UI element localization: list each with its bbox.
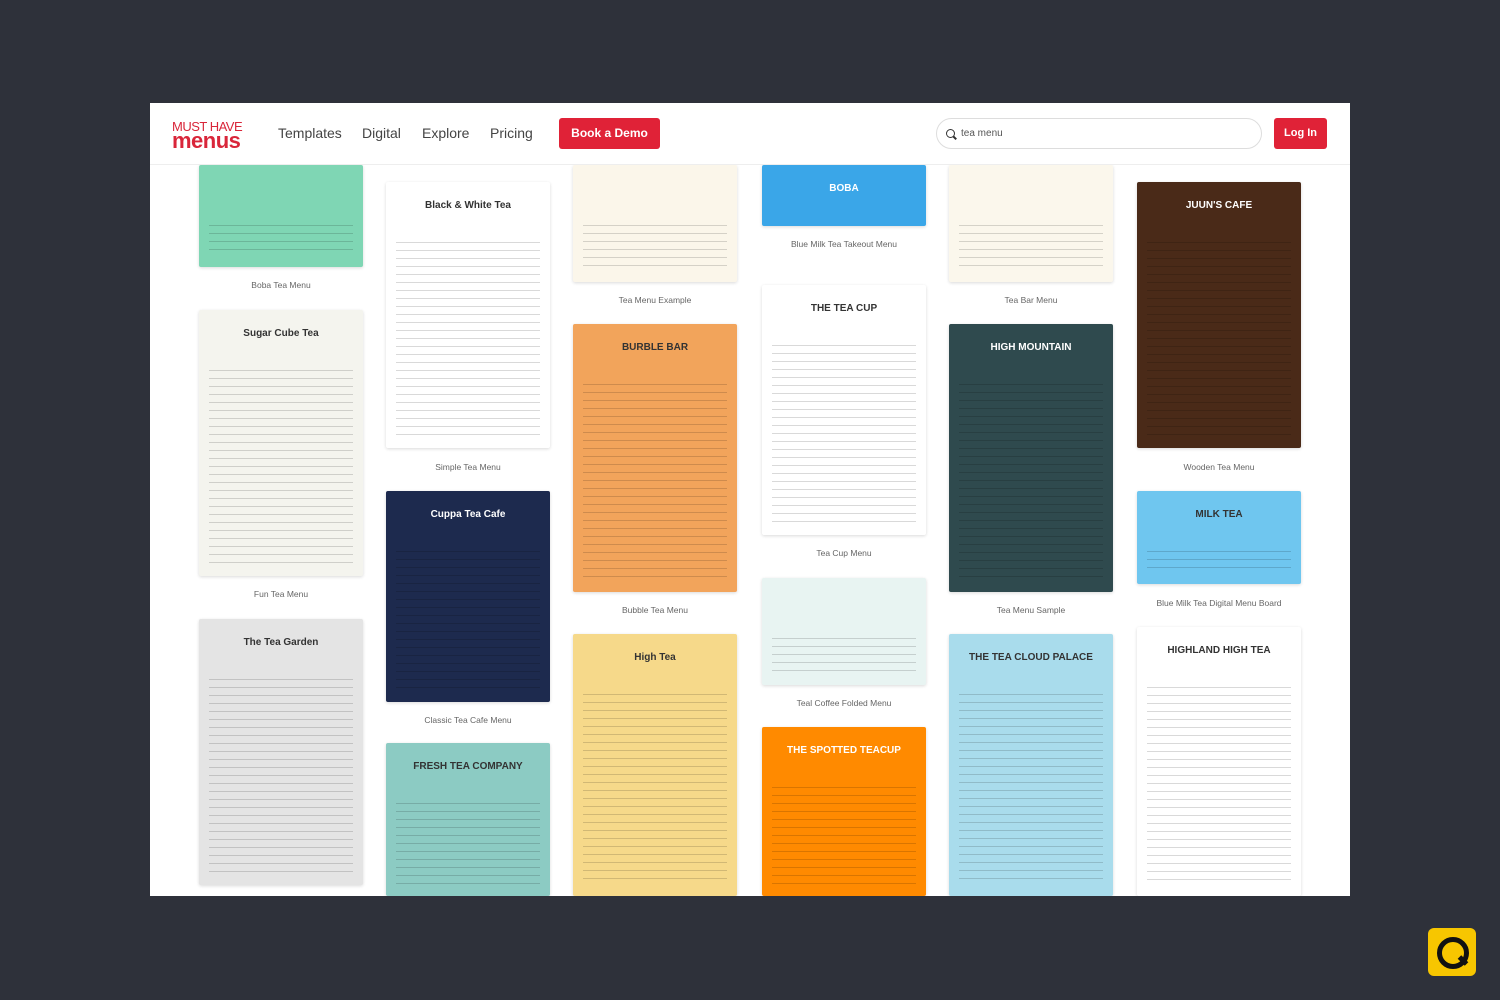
search-value: tea menu [961, 128, 1003, 139]
menu-lines [1147, 687, 1291, 886]
template-card[interactable] [762, 578, 926, 685]
menu-lines [772, 638, 916, 675]
search-icon [946, 129, 955, 138]
template-card[interactable]: MILK TEA [1137, 491, 1301, 584]
template-card[interactable] [199, 165, 363, 267]
logo-bottom: menus [172, 128, 241, 153]
menu-lines [209, 679, 353, 875]
template-card[interactable]: HIGHLAND HIGH TEA [1137, 627, 1301, 896]
nav-explore[interactable]: Explore [422, 125, 469, 141]
menu-lines [209, 370, 353, 566]
logo[interactable]: MUST HAVE menus [172, 120, 243, 153]
template-thumb-title: MILK TEA [1195, 509, 1243, 520]
menu-lines [1147, 242, 1291, 438]
template-caption[interactable]: Blue Milk Tea Takeout Menu [762, 239, 926, 249]
template-caption[interactable]: Tea Menu Example [573, 295, 737, 305]
template-thumb-title: FRESH TEA COMPANY [413, 761, 523, 772]
nav-templates[interactable]: Templates [278, 125, 342, 141]
login-button[interactable]: Log In [1274, 118, 1327, 149]
menu-lines [959, 694, 1103, 886]
menu-lines [959, 384, 1103, 582]
template-card[interactable]: BOBA [762, 165, 926, 226]
template-card[interactable]: FRESH TEA COMPANY [386, 743, 550, 896]
menu-lines [772, 787, 916, 886]
menu-lines [583, 694, 727, 886]
header: MUST HAVE menus Templates Digital Explore… [150, 103, 1350, 165]
template-thumb-title: JUUN'S CAFE [1185, 200, 1253, 211]
template-card[interactable]: High Tea [573, 634, 737, 896]
template-caption[interactable]: Fun Tea Menu [199, 589, 363, 599]
template-card[interactable]: BURBLE BAR [573, 324, 737, 592]
menu-lines [209, 225, 353, 257]
menu-lines [396, 551, 540, 692]
template-thumb-title: THE SPOTTED TEACUP [787, 745, 901, 756]
template-card[interactable]: Sugar Cube Tea [199, 310, 363, 576]
template-card[interactable]: Black & White Tea [386, 182, 550, 448]
template-thumb-title: BOBA [829, 183, 859, 194]
template-card[interactable]: Cuppa Tea Cafe [386, 491, 550, 702]
nav-digital[interactable]: Digital [362, 125, 401, 141]
menu-lines [396, 803, 540, 886]
template-thumb-title: High Tea [634, 652, 676, 663]
template-card[interactable]: HIGH MOUNTAIN [949, 324, 1113, 592]
template-thumb-title: THE TEA CUP [810, 303, 878, 314]
template-card[interactable]: The Tea Garden [199, 619, 363, 885]
template-thumb-title: HIGH MOUNTAIN [990, 342, 1072, 353]
template-card[interactable] [949, 165, 1113, 282]
app-logo-icon[interactable] [1428, 928, 1476, 976]
book-demo-button[interactable]: Book a Demo [559, 118, 660, 149]
page: MUST HAVE menus Templates Digital Explore… [150, 103, 1350, 896]
template-thumb-title: The Tea Garden [243, 637, 319, 648]
menu-lines [396, 242, 540, 438]
menu-lines [583, 384, 727, 582]
template-caption[interactable]: Teal Coffee Folded Menu [762, 698, 926, 708]
template-thumb-title: THE TEA CLOUD PALACE [969, 652, 1093, 663]
menu-lines [959, 225, 1103, 272]
template-card[interactable]: THE SPOTTED TEACUP [762, 727, 926, 896]
template-card[interactable]: THE TEA CLOUD PALACE [949, 634, 1113, 896]
template-caption[interactable]: Wooden Tea Menu [1137, 462, 1301, 472]
template-caption[interactable]: Classic Tea Cafe Menu [386, 715, 550, 725]
template-caption[interactable]: Simple Tea Menu [386, 462, 550, 472]
template-card[interactable]: JUUN'S CAFE [1137, 182, 1301, 448]
template-caption[interactable]: Tea Cup Menu [762, 548, 926, 558]
template-thumb-title: Black & White Tea [425, 200, 511, 211]
template-card[interactable] [573, 165, 737, 282]
template-card[interactable]: THE TEA CUP [762, 285, 926, 535]
template-caption[interactable]: Boba Tea Menu [199, 280, 363, 290]
menu-lines [1147, 551, 1291, 574]
template-thumb-title: HIGHLAND HIGH TEA [1167, 645, 1271, 656]
template-caption[interactable]: Bubble Tea Menu [573, 605, 737, 615]
template-thumb-title: Cuppa Tea Cafe [430, 509, 506, 520]
menu-lines [583, 225, 727, 272]
template-caption[interactable]: Tea Bar Menu [949, 295, 1113, 305]
template-thumb-title: Sugar Cube Tea [243, 328, 319, 339]
template-caption[interactable]: Tea Menu Sample [949, 605, 1113, 615]
template-thumb-title: BURBLE BAR [621, 342, 689, 353]
nav-pricing[interactable]: Pricing [490, 125, 533, 141]
menu-lines [772, 345, 916, 525]
search-input[interactable]: tea menu [936, 118, 1262, 149]
template-caption[interactable]: Blue Milk Tea Digital Menu Board [1137, 598, 1301, 608]
